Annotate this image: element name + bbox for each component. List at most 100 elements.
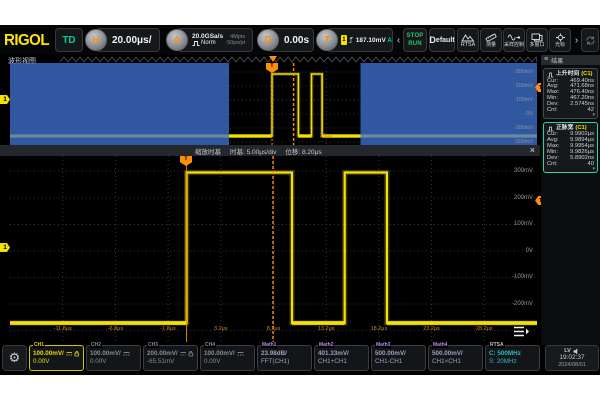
measurement-row: Cnt:42 <box>547 108 594 114</box>
channel-scale: 200.00mV/ <box>147 350 194 359</box>
channel-offset: CH1×CH1 <box>432 358 479 367</box>
pulse-icon <box>192 40 200 47</box>
main-y-label: 0V <box>526 248 533 254</box>
zoom-timebase-bar: 缩放时基 时基: 5.00μs/div 位移: 8.20μs × <box>0 145 540 156</box>
overview-time-label: 20μs <box>316 133 336 139</box>
channel-box-math3[interactable]: Math3 500.00mV/CH1-CH1 <box>371 345 426 371</box>
close-icon[interactable]: × <box>530 145 535 156</box>
channel-tab: Math1 <box>261 343 277 348</box>
toolbar-prev-chevron[interactable]: ‹ <box>395 28 402 52</box>
stop-label: STOP <box>406 33 423 40</box>
top-toolbar: RIGOL TD H 20.00μs/ A 20.0GSa/s Norm 4Mp… <box>0 25 600 55</box>
channel-tab: RTSA <box>489 343 505 348</box>
overview-y-label: 300mV <box>516 69 533 75</box>
overview-channel1-marker[interactable]: 1 <box>0 95 10 104</box>
refresh-button[interactable] <box>581 28 599 52</box>
ruler-icon <box>484 33 498 42</box>
channel-offset: 0.00V <box>204 358 251 367</box>
overview-y-label: 100mV <box>516 97 533 103</box>
measurement-card[interactable]: 上升时间(C1)Cur:469.40nsAvg:471.68nsMax:476.… <box>543 68 598 119</box>
cursor-label: 光标 <box>555 43 565 48</box>
channel-box-ch3[interactable]: CH3200.00mV/-65.51mV <box>143 345 198 371</box>
multi-window-button[interactable]: 多窗口 <box>526 28 548 52</box>
trigger-mode-badge[interactable]: TD <box>55 28 83 52</box>
channel-box-ch4[interactable]: CH4100.00mV/0.00V <box>200 345 255 371</box>
measure-label: 测量 <box>486 43 496 48</box>
channel-tab: CH4 <box>204 343 216 348</box>
channel-offset: 0.00V <box>90 358 137 367</box>
horizontal-knob[interactable]: H <box>85 29 107 51</box>
toolbar-next-chevron[interactable]: › <box>573 28 580 52</box>
rising-edge-icon <box>348 35 354 45</box>
channel-scale: 500.00mV/ <box>375 350 422 359</box>
channel-scale: 401.33mV/ <box>318 350 365 359</box>
acquire-panel[interactable]: 20.0GSa/s Norm 4Mpts 50ps/pt <box>177 28 253 52</box>
channel-box-math2[interactable]: Math2 401.33mV/CH1+CH1 <box>314 345 369 371</box>
channel-tab: Math3 <box>375 343 391 348</box>
trigger-sweep-flag: A <box>387 37 392 44</box>
channel-tab: Math4 <box>432 343 448 348</box>
run-stop-button[interactable]: STOP RUN <box>403 28 427 52</box>
zoom-offset: 位移: 8.20μs <box>285 146 321 156</box>
main-x-label: 8.2μs <box>261 326 287 332</box>
overview-y-label: 200mV <box>516 83 533 89</box>
channel-box-math4[interactable]: Math4500.00mV/CH1×CH1 <box>428 345 483 371</box>
channel-tab: CH1 <box>33 343 45 348</box>
circular-arrows-icon <box>585 35 596 46</box>
sample-rate: 20.0GSa/s <box>192 33 223 40</box>
delay-knob[interactable]: D <box>257 29 279 51</box>
channel-tab: CH3 <box>147 343 159 348</box>
overview-window: 300mV200mV100mV0V-100mV-200mV T 20μs <box>10 63 537 145</box>
channel-scale: 100.00mV/ <box>33 350 80 359</box>
rtsa-button[interactable]: RTSA <box>457 28 479 52</box>
main-y-label: -100mV <box>512 274 533 280</box>
main-x-label: 3.2μs <box>208 326 234 332</box>
time-resolution: 50ps/pt <box>227 40 245 47</box>
lock-icon <box>188 350 194 357</box>
settings-button[interactable]: ⚙ <box>2 345 27 371</box>
quick-menu-icon[interactable] <box>512 325 530 338</box>
channel-offset: CH1-CH1 <box>375 358 422 367</box>
main-waveform <box>10 156 537 342</box>
overview-y-label: -100mV <box>514 125 533 131</box>
channel-box-ch2[interactable]: CH2100.00mV/0.00V <box>86 345 141 371</box>
zoom-window: 300mV200mV100mV0V-100mV-200mV-11.8μs-6.8… <box>10 156 537 342</box>
measure-button[interactable]: 测量 <box>480 28 502 52</box>
card-corner-icon: ▾ <box>592 112 595 118</box>
measurement-row: Cnt:40 <box>547 162 594 168</box>
dc-coupling-icon <box>237 351 244 357</box>
measurement-card[interactable]: 正脉宽(C1)Cur:9.9902μsAvg:9.9894μsMax:9.995… <box>543 122 598 173</box>
waveform-arrow-icon <box>507 33 521 42</box>
channel-box-math1[interactable]: Math123.98dB/FFT(CH1) <box>257 345 312 371</box>
clock-box[interactable]: LV 19:02:37 2024/08/01 <box>545 345 599 371</box>
main-channel1-marker[interactable]: 1 <box>0 243 10 252</box>
channel-scale: C: 500MHz <box>489 350 536 359</box>
hamburger-icon[interactable]: ≡ <box>544 56 548 64</box>
cursor-button[interactable]: 光标 <box>549 28 571 52</box>
trigger-knob[interactable]: T <box>316 29 338 51</box>
card-corner-icon: ▾ <box>592 166 595 172</box>
zoom-bar-title: 缩放时基 <box>195 146 221 156</box>
rtsa-label: RTSA <box>461 43 476 48</box>
channel-box-ch1[interactable]: CH1100.00mV/0.00V <box>29 345 84 371</box>
main-x-label: -6.8μs <box>102 326 128 332</box>
overview-waveform <box>10 63 537 145</box>
main-x-label: 13.2μs <box>313 326 339 332</box>
channel-box-rtsa[interactable]: RTSAC: 500MHzS: 20MHz <box>485 345 540 371</box>
channel-tab: Math2 <box>318 343 334 348</box>
results-sidebar: ≡ 结果 上升时间(C1)Cur:469.40nsAvg:471.68nsMax… <box>541 55 600 345</box>
default-button[interactable]: Default <box>429 28 455 52</box>
windows-icon <box>531 33 543 42</box>
dc-coupling-icon <box>180 351 187 357</box>
trigger-position-triangle[interactable] <box>269 56 277 62</box>
sample-control-button[interactable]: 采样控制 <box>503 28 525 52</box>
sample-rate-group: 20.0GSa/s Norm <box>192 33 223 47</box>
spectrum-icon <box>461 33 475 42</box>
zoom-timebase: 时基: 5.00μs/div <box>230 146 276 156</box>
screenshot-stage: RIGOL TD H 20.00μs/ A 20.0GSa/s Norm 4Mp… <box>0 0 600 400</box>
memory-depth-group: 4Mpts 50ps/pt <box>227 34 245 47</box>
acquire-knob[interactable]: A <box>166 29 188 51</box>
channel-offset: CH1+CH1 <box>318 358 365 367</box>
main-y-label: 200mV <box>514 195 533 201</box>
lock-icon <box>74 350 80 357</box>
